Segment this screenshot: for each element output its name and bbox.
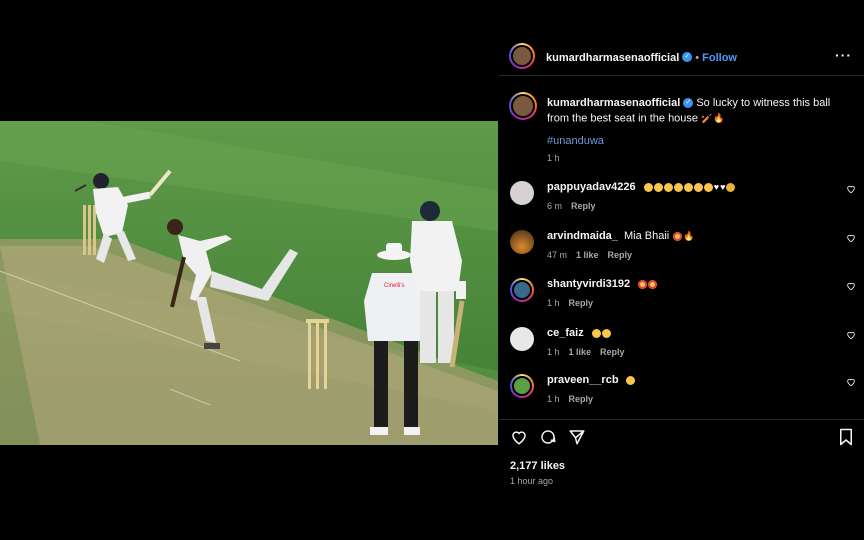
comment-like-count[interactable]: 1 like [569,347,592,357]
caption-author-username[interactable]: kumardharmasenaofficial [547,97,680,109]
clap-emoji-icons [591,327,611,339]
caption-author-avatar[interactable] [509,92,537,120]
cricket-photo: Cinelli's [0,121,498,445]
comment-time: 6 m [547,201,563,211]
commenter-avatar[interactable] [510,327,534,351]
emoji-faces: ♥♥ [643,181,736,193]
caption-timestamp: 1 h [547,153,560,163]
comment-time: 1 h [547,298,560,308]
commenter-avatar[interactable] [510,230,534,254]
comment-time: 1 h [547,394,560,404]
commenter-avatar[interactable] [510,278,534,302]
comment-item: ce_faiz 1 h 1 like Reply [499,327,864,367]
comment-heart-icon[interactable] [846,330,856,340]
comment-like-count[interactable]: 1 like [576,250,599,260]
post-header: kumardharmasenaofficial ✓ • Follow ··· [499,43,864,69]
post-caption: kumardharmasenaofficial ✓ So lucky to wit… [547,96,852,126]
post-panel: kumardharmasenaofficial ✓ • Follow ··· kuma… [499,43,864,496]
reply-button[interactable]: Reply [569,298,594,308]
separator-dot: • [695,52,700,64]
emoji-reactions [637,278,658,290]
fire-emoji-icon: 🔥 [713,113,725,123]
share-icon[interactable] [568,428,586,446]
comment-heart-icon[interactable] [846,184,856,194]
like-count[interactable]: 2,177 likes [510,460,565,472]
clap-emoji-icon [625,375,635,385]
comment-item: pappuyadav4226 ♥♥ 6 m Reply [499,181,864,221]
header-divider [499,75,864,76]
commenter-username[interactable]: pappuyadav4226 [547,181,636,193]
reply-button[interactable]: Reply [569,394,594,404]
author-avatar[interactable] [509,43,535,69]
comment-item: shantyvirdi3192 1 h Reply [499,278,864,318]
comment-item: arvindmaida_ Mia Bhaii 🔥 47 m 1 like Reply [499,230,864,270]
hashtag-link[interactable]: #unanduwa [547,135,604,147]
follow-button[interactable]: Follow [702,52,737,64]
comment-icon[interactable] [539,428,557,446]
heart-icon[interactable] [510,428,528,446]
commenter-username[interactable]: ce_faiz [547,327,584,339]
comment-time: 47 m [547,250,568,260]
commenter-avatar[interactable] [510,181,534,205]
cricket-emoji-icon: 🏏 [701,113,713,124]
author-username[interactable]: kumardharmasenaofficial [546,52,679,64]
post-image[interactable]: Cinelli's [0,121,498,445]
action-bar [499,428,864,450]
comment-text: Mia Bhaii [623,230,670,242]
verified-badge-icon: ✓ [682,51,693,62]
reply-button[interactable]: Reply [571,201,596,211]
comment-heart-icon[interactable] [846,377,856,387]
umpire-shirt-text: Cinelli's [384,283,404,289]
commenter-username[interactable]: shantyvirdi3192 [547,278,630,290]
comment-item: praveen__rcb 1 h Reply [499,374,864,414]
comment-heart-icon[interactable] [846,233,856,243]
commenter-avatar[interactable] [510,374,534,398]
commenter-username[interactable]: arvindmaida_ [547,230,618,242]
heart-eyes-emoji-icon [673,231,683,241]
more-options-icon[interactable]: ··· [835,47,852,63]
commenter-username[interactable]: praveen__rcb [547,374,619,386]
comment-heart-icon[interactable] [846,281,856,291]
actions-divider [499,419,864,420]
near-stumps [306,319,329,389]
reply-button[interactable]: Reply [600,347,625,357]
bookmark-icon[interactable] [838,428,854,446]
verified-badge-icon: ✓ [683,98,694,109]
post-timestamp: 1 hour ago [510,476,554,486]
comment-time: 1 h [547,347,560,357]
reply-button[interactable]: Reply [608,250,633,260]
fire-emoji-icon: 🔥 [683,230,695,241]
